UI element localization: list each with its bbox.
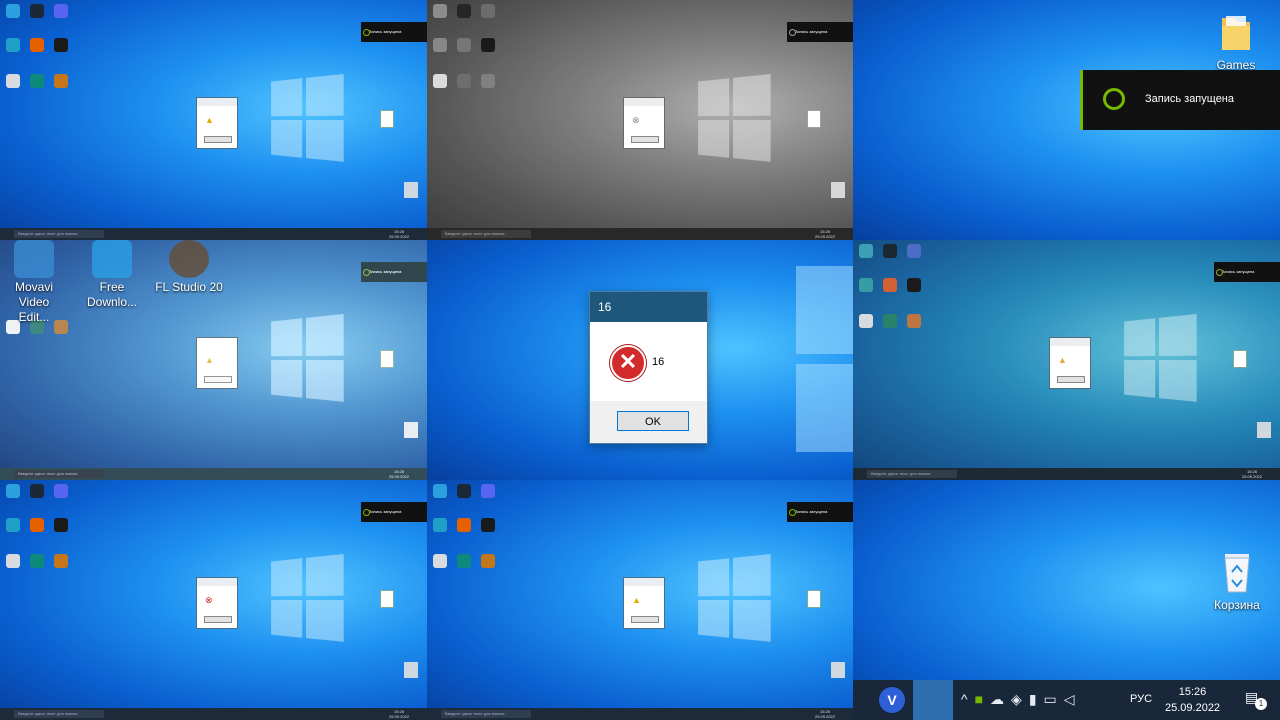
taskbar-app-v-icon[interactable]: V — [879, 687, 905, 713]
recycle-bin-label: Корзина — [1214, 598, 1260, 612]
screen-tile-6: ▲ Запись запущена Введите здесь текст дл… — [853, 240, 1280, 480]
desktop-shortcut-fl-studio[interactable]: FL Studio 20 — [154, 240, 224, 295]
nvidia-icon[interactable]: ■ — [975, 691, 990, 707]
error-dialog: 16 ✕ 16 OK — [589, 291, 708, 444]
screen-tile-8: ▲ Запись запущена Введите здесь текст дл… — [427, 480, 853, 720]
screen-tile-1: ▲ Запись запущена Введите здесь текст дл… — [0, 0, 427, 240]
mini-dialog: ▲ — [196, 97, 238, 149]
security-icon[interactable]: ◈ — [1011, 691, 1029, 707]
dialog-title: 16 — [590, 292, 707, 322]
desktop-shortcut-movavi[interactable]: Movavi Video Edit... — [4, 240, 64, 325]
recycle-bin-icon[interactable] — [1217, 550, 1257, 594]
ok-button[interactable]: OK — [617, 411, 689, 431]
mini-taskbar: Введите здесь текст для поиска 15:26 25.09… — [0, 228, 427, 240]
language-indicator[interactable]: РУС — [1130, 693, 1152, 705]
recording-notification-text: Запись запущена — [1145, 93, 1235, 105]
system-tray: ^■☁◈▮▭◁ — [961, 691, 1082, 708]
screen-tile-2: ⊗ Запись запущена Введите здесь текст дл… — [427, 0, 853, 240]
screen-tile-7: ⊗ Запись запущена Введите здесь текст дл… — [0, 480, 427, 720]
error-icon: ✕ — [610, 345, 646, 381]
games-folder-icon[interactable] — [1220, 12, 1252, 52]
network-icon[interactable]: ▭ — [1044, 691, 1064, 707]
taskbar: V ^■☁◈▮▭◁ РУС 15:26 25.09.2022 ▤ 1 — [853, 680, 1280, 720]
windows-logo — [271, 73, 346, 164]
mini-notification: Запись запущена — [361, 22, 427, 42]
windows-logo — [796, 266, 853, 456]
desktop-shortcut-free-download[interactable]: Free Downlo... — [82, 240, 142, 310]
dialog-message: 16 — [652, 356, 665, 368]
recording-icon — [1103, 88, 1125, 110]
mini-dialog: ⊗ — [623, 97, 665, 149]
clock[interactable]: 15:26 25.09.2022 — [1165, 684, 1220, 716]
mic-icon[interactable]: ▮ — [1029, 691, 1044, 707]
taskbar-active-app-icon[interactable] — [913, 680, 953, 720]
recording-notification: Запись запущена — [1080, 70, 1280, 130]
volume-icon[interactable]: ◁ — [1064, 691, 1082, 707]
chevron-up-icon[interactable]: ^ — [961, 691, 975, 707]
notification-count-badge: 1 — [1255, 698, 1267, 710]
onedrive-icon[interactable]: ☁ — [990, 691, 1011, 707]
